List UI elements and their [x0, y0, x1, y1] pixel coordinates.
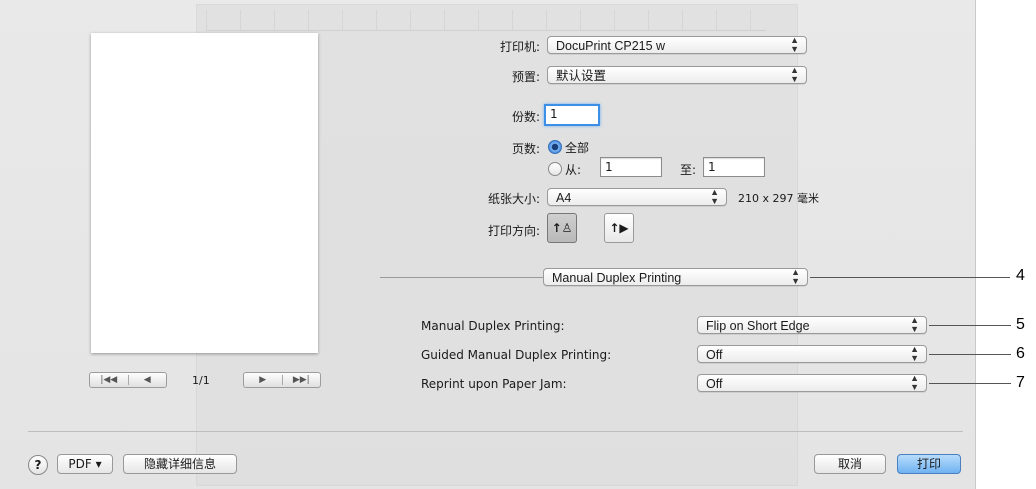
preview-forward-buttons[interactable]: ▶ ▶▶| [243, 372, 321, 388]
pages-to-field[interactable]: 1 [703, 157, 765, 177]
paper-size-select[interactable]: A4 ▲ ▼ [547, 188, 727, 206]
panel-separator-left [380, 277, 545, 278]
pages-range-radio[interactable] [548, 162, 562, 176]
callout-line-6 [929, 354, 1011, 355]
updown-arrows-icon: ▲ ▼ [790, 35, 799, 54]
cancel-button[interactable]: 取消 [814, 454, 886, 474]
updown-arrows-icon: ▲ ▼ [710, 187, 719, 206]
portrait-orientation-icon[interactable]: ↑♙ [547, 213, 577, 243]
panel-select-value: Manual Duplex Printing [552, 271, 682, 285]
pdf-menu-button[interactable]: PDF ▾ [57, 454, 113, 474]
pages-all-label: 全部 [565, 141, 590, 155]
manual-duplex-select[interactable]: Flip on Short Edge ▲ ▼ [697, 316, 927, 334]
next-page-icon[interactable]: ▶ [244, 375, 282, 385]
copies-field[interactable]: 1 [544, 104, 600, 126]
preset-select[interactable]: 默认设置 ▲ ▼ [547, 66, 807, 84]
manual-duplex-value: Flip on Short Edge [706, 319, 810, 333]
updown-arrows-icon: ▲ ▼ [910, 373, 919, 392]
callout-line-4 [810, 277, 1010, 278]
hide-details-button[interactable]: 隐藏详细信息 [123, 454, 237, 474]
print-dialog: |◀◀ ◀ 1/1 ▶ ▶▶| 打印机: DocuPrint CP215 w ▲ ▼ … [0, 0, 1025, 489]
pages-to-label: 至: [680, 163, 697, 177]
guided-duplex-label: Guided Manual Duplex Printing: [421, 348, 612, 362]
preview-back-buttons[interactable]: |◀◀ ◀ [89, 372, 167, 388]
paper-dimensions: 210 x 297 毫米 [738, 192, 819, 205]
printer-select[interactable]: DocuPrint CP215 w ▲ ▼ [547, 36, 807, 54]
callout-line-5 [929, 325, 1011, 326]
background-ruler [206, 10, 766, 31]
updown-arrows-icon: ▲ ▼ [910, 315, 919, 334]
manual-duplex-label: Manual Duplex Printing: [421, 319, 565, 333]
panel-select[interactable]: Manual Duplex Printing ▲ ▼ [543, 268, 808, 286]
paper-size-value: A4 [556, 191, 572, 205]
help-button[interactable]: ? [28, 455, 48, 475]
pages-from-field[interactable]: 1 [600, 157, 662, 177]
preset-label: 预置: [511, 70, 540, 84]
callout-line-7 [929, 383, 1011, 384]
reprint-jam-label: Reprint upon Paper Jam: [421, 377, 567, 391]
page-indicator: 1/1 [192, 374, 210, 387]
callout-5: 5 [1016, 316, 1025, 333]
pages-label: 页数: [511, 142, 540, 156]
copies-label: 份数: [511, 110, 540, 124]
first-page-icon[interactable]: |◀◀ [90, 375, 128, 385]
print-button[interactable]: 打印 [897, 454, 961, 474]
preset-value: 默认设置 [556, 69, 607, 83]
printer-label: 打印机: [499, 40, 540, 54]
guided-duplex-value: Off [706, 348, 723, 362]
paper-size-label: 纸张大小: [487, 192, 540, 206]
updown-arrows-icon: ▲ ▼ [791, 267, 800, 286]
updown-arrows-icon: ▲ ▼ [790, 65, 799, 84]
callout-4: 4 [1016, 267, 1025, 284]
previous-page-icon[interactable]: ◀ [129, 375, 167, 385]
pages-from-label: 从: [565, 163, 582, 177]
printer-value: DocuPrint CP215 w [556, 39, 666, 53]
page-preview [91, 33, 318, 353]
pages-all-radio[interactable] [548, 140, 562, 154]
callout-7: 7 [1016, 374, 1025, 391]
footer-separator [28, 431, 963, 432]
updown-arrows-icon: ▲ ▼ [910, 344, 919, 363]
landscape-orientation-icon[interactable]: ↑▶ [604, 213, 634, 243]
callout-6: 6 [1016, 345, 1025, 362]
orientation-label: 打印方向: [487, 224, 540, 238]
reprint-jam-select[interactable]: Off ▲ ▼ [697, 374, 927, 392]
reprint-jam-value: Off [706, 377, 723, 391]
last-page-icon[interactable]: ▶▶| [283, 375, 321, 385]
guided-duplex-select[interactable]: Off ▲ ▼ [697, 345, 927, 363]
